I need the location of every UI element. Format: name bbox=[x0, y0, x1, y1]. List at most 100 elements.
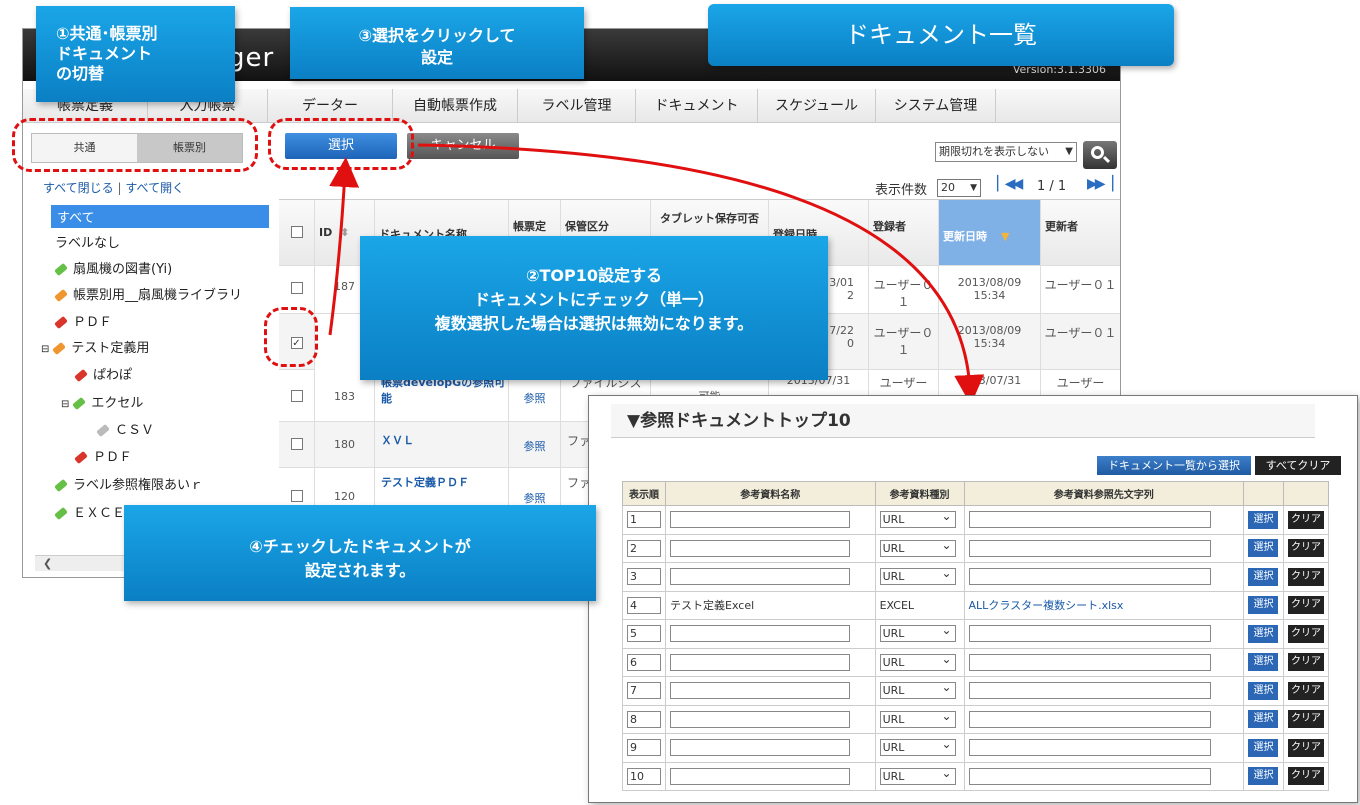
ref-name-input[interactable] bbox=[670, 682, 850, 700]
search-button[interactable] bbox=[1083, 141, 1117, 169]
order-cell[interactable]: 6 bbox=[622, 647, 666, 677]
nav-item-system-management[interactable]: システム管理 bbox=[876, 89, 996, 123]
row-select-button[interactable]: 選択 bbox=[1248, 738, 1279, 757]
ref-type-select[interactable]: URL bbox=[879, 709, 956, 728]
select-all-checkbox[interactable] bbox=[290, 226, 303, 238]
row-clear-button[interactable]: クリア bbox=[1287, 710, 1324, 729]
row-checkbox[interactable] bbox=[290, 282, 303, 294]
ref-name-input[interactable] bbox=[670, 568, 850, 586]
row-select-button[interactable]: 選択 bbox=[1248, 510, 1279, 529]
row-select-button[interactable]: 選択 bbox=[1248, 596, 1279, 615]
nav-item-document[interactable]: ドキュメント bbox=[636, 89, 758, 123]
order-input[interactable]: 6 bbox=[627, 653, 661, 671]
order-cell[interactable]: 8 bbox=[622, 704, 666, 734]
select-all-checkbox-cell[interactable] bbox=[279, 200, 315, 266]
order-input[interactable]: 1 bbox=[627, 511, 661, 529]
row-select-button[interactable]: 選択 bbox=[1248, 767, 1279, 786]
ref-name-input[interactable] bbox=[670, 739, 850, 757]
row-clear-button[interactable]: クリア bbox=[1287, 653, 1324, 672]
tree-item-no-label[interactable]: ラベルなし bbox=[55, 232, 120, 251]
ref-type-select[interactable]: URL bbox=[879, 566, 956, 586]
row-clear-button[interactable]: クリア bbox=[1287, 596, 1324, 615]
order-input[interactable]: 7 bbox=[627, 682, 661, 700]
column-header-updater[interactable]: 更新者 bbox=[1041, 200, 1120, 266]
tree-item[interactable]: 扇風機の図書(Yi) bbox=[54, 258, 172, 277]
cancel-button[interactable]: キャンセル bbox=[407, 133, 519, 159]
row-checkbox-cell[interactable] bbox=[279, 370, 315, 422]
row-clear-button[interactable]: クリア bbox=[1287, 767, 1324, 786]
order-input[interactable]: 3 bbox=[627, 568, 661, 586]
ref-string-input[interactable] bbox=[968, 568, 1211, 586]
column-header-registrant[interactable]: 登録者 bbox=[869, 200, 939, 266]
row-ref-link[interactable]: 参照 bbox=[509, 422, 561, 468]
order-cell[interactable]: 3 bbox=[622, 562, 666, 592]
ref-string-input[interactable] bbox=[968, 653, 1211, 671]
nav-item-schedule[interactable]: スケジュール bbox=[758, 89, 876, 123]
order-input[interactable]: 2 bbox=[627, 539, 661, 557]
order-input[interactable]: 9 bbox=[627, 739, 661, 757]
order-cell[interactable]: 7 bbox=[622, 676, 666, 706]
open-all-link[interactable]: すべて開く bbox=[125, 181, 184, 195]
tree-item[interactable]: ラベル参照権限あいｒ bbox=[54, 474, 203, 493]
order-input[interactable]: 4 bbox=[627, 596, 661, 614]
row-clear-button[interactable]: クリア bbox=[1287, 738, 1324, 757]
row-select-button[interactable]: 選択 bbox=[1248, 710, 1279, 729]
tree-item[interactable]: ＰＤＦ bbox=[74, 446, 132, 465]
row-select-button[interactable]: 選択 bbox=[1248, 567, 1279, 586]
row-select-button[interactable]: 選択 bbox=[1248, 539, 1279, 558]
expire-filter-select[interactable]: 期限切れを表示しない ▼ bbox=[935, 142, 1077, 162]
row-checkbox[interactable] bbox=[290, 390, 303, 402]
tree-collapse-icon[interactable]: ⊟ bbox=[61, 399, 69, 410]
tree-item[interactable]: ⊟ テスト定義用 bbox=[41, 337, 149, 356]
row-checkbox-cell[interactable] bbox=[279, 422, 315, 468]
ref-string-input[interactable] bbox=[968, 710, 1211, 728]
select-from-document-list-button[interactable]: ドキュメント一覧から選択 bbox=[1097, 456, 1251, 475]
row-select-button[interactable]: 選択 bbox=[1248, 624, 1279, 643]
ref-name-input[interactable] bbox=[670, 511, 850, 529]
tree-item[interactable]: ぱわぽ bbox=[74, 364, 132, 383]
ref-name-input[interactable] bbox=[670, 767, 850, 785]
first-page-icon[interactable]: ▏◀◀ bbox=[997, 176, 1023, 192]
order-cell[interactable]: 5 bbox=[622, 619, 666, 649]
ref-type-select[interactable]: URL bbox=[879, 652, 956, 671]
ref-type-select[interactable]: URL bbox=[879, 766, 956, 785]
page-size-select[interactable]: 20 ▼ bbox=[937, 179, 981, 197]
last-page-icon[interactable]: ▶▶▕ bbox=[1087, 176, 1113, 192]
clear-all-button[interactable]: すべてクリア bbox=[1255, 456, 1341, 475]
order-cell[interactable]: 1 bbox=[622, 505, 666, 535]
tree-collapse-icon[interactable]: ⊟ bbox=[41, 344, 49, 355]
ref-string-input[interactable] bbox=[968, 682, 1211, 700]
ref-name-input[interactable] bbox=[670, 625, 850, 643]
tree-item[interactable]: 帳票別用__扇風機ライブラリ bbox=[54, 284, 242, 303]
ref-string-input[interactable] bbox=[968, 767, 1211, 785]
tree-item[interactable]: ＰＤＦ bbox=[54, 311, 112, 330]
row-checkbox[interactable] bbox=[290, 438, 303, 450]
tree-item[interactable]: ＥＸＣＥ bbox=[54, 502, 125, 521]
nav-item-label-management[interactable]: ラベル管理 bbox=[518, 89, 636, 123]
ref-type-select[interactable]: URL bbox=[879, 509, 956, 529]
column-header-updated[interactable]: 更新日時 ▼ bbox=[939, 200, 1041, 266]
ref-type-select[interactable]: URL bbox=[879, 737, 956, 757]
row-select-button[interactable]: 選択 bbox=[1248, 681, 1279, 700]
order-input[interactable]: 8 bbox=[627, 710, 661, 728]
order-cell[interactable]: 10 bbox=[622, 761, 666, 791]
ref-string-link[interactable]: ALLクラスター複数シート.xlsx bbox=[963, 590, 1245, 620]
tree-item-all[interactable]: すべて bbox=[51, 205, 269, 228]
ref-type-select[interactable]: URL bbox=[879, 538, 956, 557]
ref-string-input[interactable] bbox=[968, 739, 1211, 757]
tree-item[interactable]: ⊟ エクセル bbox=[61, 392, 143, 411]
ref-name-input[interactable] bbox=[670, 539, 850, 557]
row-clear-button[interactable]: クリア bbox=[1287, 539, 1324, 558]
row-clear-button[interactable]: クリア bbox=[1287, 567, 1324, 586]
row-clear-button[interactable]: クリア bbox=[1287, 681, 1324, 700]
row-document-name[interactable]: ＸＶＬ bbox=[375, 422, 509, 468]
close-all-link[interactable]: すべて閉じる bbox=[43, 181, 114, 195]
ref-string-input[interactable] bbox=[968, 511, 1211, 529]
nav-item-auto-form[interactable]: 自動帳票作成 bbox=[393, 89, 518, 123]
ref-string-input[interactable] bbox=[968, 625, 1211, 643]
ref-type-select[interactable]: URL bbox=[879, 623, 956, 643]
tree-item[interactable]: ＣＳＶ bbox=[96, 419, 154, 438]
order-cell[interactable]: 4 bbox=[622, 590, 666, 620]
order-cell[interactable]: 2 bbox=[622, 533, 666, 563]
row-select-button[interactable]: 選択 bbox=[1248, 653, 1279, 672]
